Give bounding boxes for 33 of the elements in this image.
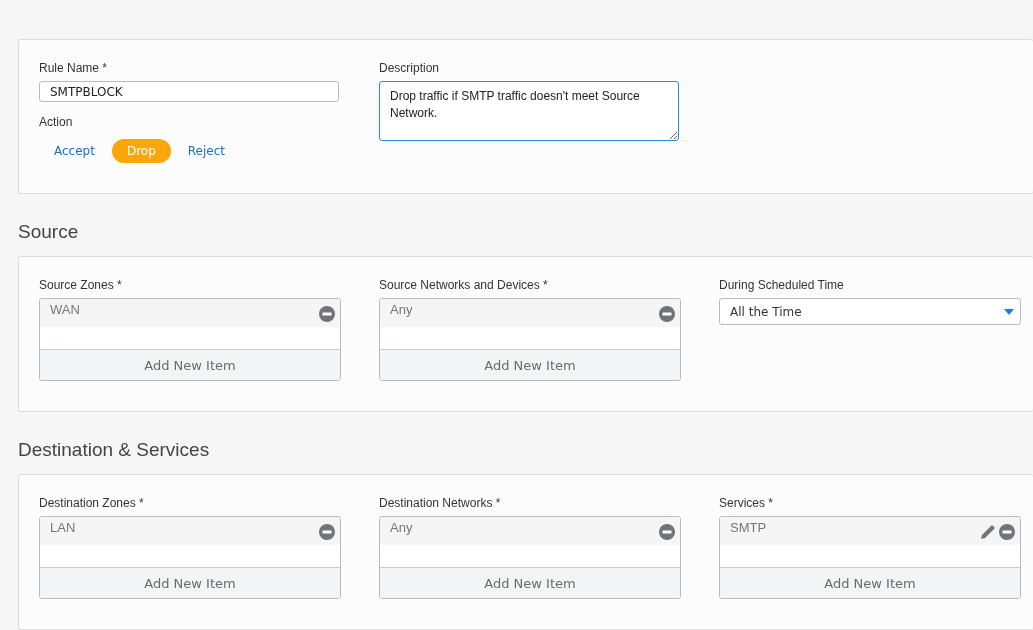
remove-icon[interactable] bbox=[659, 306, 675, 322]
section-title: Source bbox=[18, 221, 79, 242]
field-label: Description bbox=[379, 61, 440, 76]
list-item: Any bbox=[390, 302, 414, 318]
list-item: LAN bbox=[50, 520, 77, 536]
field-label: Services * bbox=[719, 496, 775, 511]
list-item: SMTP bbox=[730, 520, 768, 536]
field-label: Destination Zones * bbox=[39, 496, 145, 511]
remove-icon[interactable] bbox=[319, 306, 335, 322]
add-item-button[interactable]: Add New Item bbox=[720, 567, 1020, 598]
remove-icon[interactable] bbox=[659, 524, 675, 540]
caret-icon bbox=[1004, 308, 1014, 315]
field-label: Action bbox=[39, 115, 73, 130]
add-item-button[interactable]: Add New Item bbox=[380, 349, 680, 380]
add-item-button[interactable]: Add New Item bbox=[380, 567, 680, 598]
action-option[interactable]: Accept bbox=[39, 139, 110, 163]
field-label: Source Networks and Devices * bbox=[379, 278, 549, 293]
add-item-button[interactable]: Add New Item bbox=[40, 567, 340, 598]
remove-icon[interactable] bbox=[319, 524, 335, 540]
remove-icon[interactable] bbox=[999, 524, 1015, 540]
action-option[interactable]: Reject bbox=[172, 139, 240, 163]
section-title: Destination & Services bbox=[18, 439, 210, 460]
field-label: Source Zones * bbox=[39, 278, 123, 293]
schedule-dropdown[interactable]: All the Time bbox=[719, 298, 1021, 325]
list-item: WAN bbox=[50, 302, 81, 318]
field-label: During Scheduled Time bbox=[719, 278, 844, 293]
field-label: Rule Name * bbox=[39, 61, 108, 76]
rule-name-field[interactable]: SMTPBLOCK bbox=[39, 81, 339, 102]
list-item: Any bbox=[390, 520, 414, 536]
pencil-icon[interactable] bbox=[980, 524, 996, 540]
description-field[interactable]: Drop traffic if SMTP traffic doesn't meet Source Network. bbox=[379, 81, 679, 141]
field-label: Destination Networks * bbox=[379, 496, 502, 511]
add-item-button[interactable]: Add New Item bbox=[40, 349, 340, 380]
